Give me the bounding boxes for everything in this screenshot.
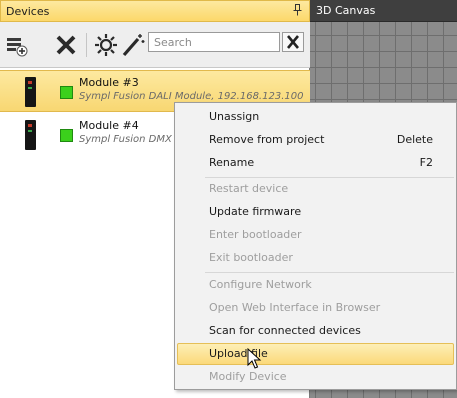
menu-item-label: Modify Device	[209, 370, 287, 383]
menu-separator	[205, 272, 454, 273]
menu-item-restart-device: Restart device	[177, 178, 454, 200]
menu-item-shortcut: F2	[419, 156, 433, 169]
add-device-icon[interactable]	[5, 33, 29, 57]
status-indicator	[60, 86, 73, 99]
clear-icon	[287, 35, 299, 49]
menu-item-exit-bootloader: Exit bootloader	[177, 247, 454, 269]
menu-item-remove-from-project[interactable]: Remove from project Delete	[177, 129, 454, 151]
menu-item-unassign[interactable]: Unassign	[177, 106, 454, 128]
device-thumbnail	[25, 77, 36, 107]
pin-icon[interactable]	[293, 4, 302, 19]
menu-item-rename[interactable]: Rename F2	[177, 152, 454, 174]
menu-item-update-firmware[interactable]: Update firmware	[177, 201, 454, 223]
search-input[interactable]	[148, 32, 280, 52]
menu-item-label: Remove from project	[209, 133, 325, 146]
menu-item-scan-connected-devices[interactable]: Scan for connected devices	[177, 320, 454, 342]
status-indicator	[60, 129, 73, 142]
menu-item-label: Exit bootloader	[209, 251, 293, 264]
devices-panel-header: Devices	[0, 0, 310, 22]
menu-item-shortcut: Delete	[396, 133, 433, 146]
menu-item-label: Unassign	[209, 110, 260, 123]
device-name: Module #4	[79, 119, 139, 132]
menu-item-label: Rename	[209, 156, 255, 169]
menu-item-configure-network: Configure Network	[177, 274, 454, 296]
menu-item-label: Open Web Interface in Browser	[209, 301, 381, 314]
menu-item-label: Configure Network	[209, 278, 312, 291]
canvas-panel-title: 3D Canvas	[316, 4, 376, 17]
menu-item-label: Update firmware	[209, 205, 302, 218]
menu-item-label: Scan for connected devices	[209, 324, 361, 337]
canvas-panel-header: 3D Canvas	[310, 0, 457, 22]
clear-search-button[interactable]	[282, 32, 304, 52]
devices-panel-title: Devices	[6, 5, 50, 18]
device-thumbnail	[25, 120, 36, 150]
scan-icon[interactable]	[94, 33, 118, 57]
menu-item-open-web-interface: Open Web Interface in Browser	[177, 297, 454, 319]
menu-item-enter-bootloader: Enter bootloader	[177, 224, 454, 246]
menu-item-label: Upload file	[209, 347, 268, 360]
device-name: Module #3	[79, 76, 139, 89]
menu-item-label: Enter bootloader	[209, 228, 302, 241]
context-menu: Unassign Remove from project Delete Rena…	[174, 102, 457, 390]
device-description: Sympl Fusion DALI Module, 192.168.123.10…	[79, 91, 304, 102]
toolbar-divider	[86, 33, 87, 57]
menu-item-upload-file[interactable]: Upload file	[177, 343, 454, 365]
menu-item-modify-device: Modify Device	[177, 366, 454, 388]
remove-icon[interactable]	[54, 33, 78, 57]
menu-item-label: Restart device	[209, 182, 289, 195]
devices-toolbar	[0, 22, 310, 68]
magic-wand-icon[interactable]	[121, 33, 145, 57]
